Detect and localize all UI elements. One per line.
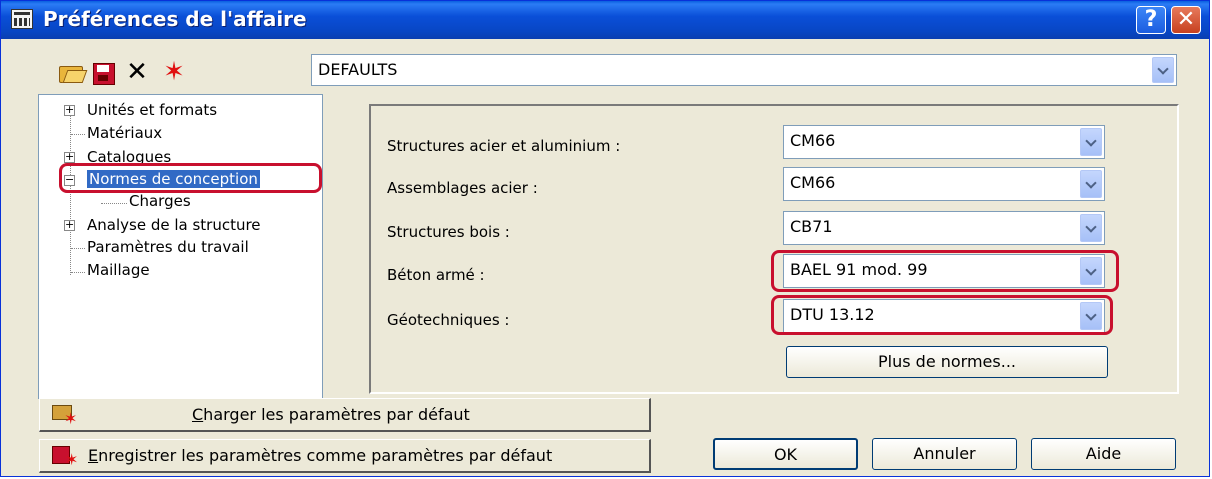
more-norms-button[interactable]: Plus de normes... [786, 346, 1108, 378]
save-as-defaults-button[interactable]: ✶ Enregistrer les paramètres comme param… [39, 439, 651, 473]
ok-button[interactable]: OK [713, 438, 858, 470]
expand-icon[interactable]: + [64, 219, 75, 231]
save-icon[interactable] [91, 59, 115, 85]
preset-select[interactable]: DEFAULTS [311, 54, 1177, 86]
title-bar[interactable]: Préférences de l'affaire ? ✕ [1, 1, 1209, 39]
tree-connector [71, 134, 85, 135]
chevron-down-icon[interactable] [1080, 214, 1102, 242]
tree-item-loads[interactable]: Charges [129, 192, 191, 210]
highlight-circle-geotechnical [771, 295, 1113, 335]
highlight-circle-design-codes [59, 163, 322, 193]
save-defaults-icon: ✶ [52, 444, 78, 468]
steel-connections-value: CM66 [790, 173, 836, 192]
delete-icon[interactable]: ✕ [125, 59, 149, 85]
chevron-down-icon[interactable] [1152, 57, 1174, 83]
help-button[interactable]: Aide [1031, 438, 1176, 470]
tree-item-structure-analysis[interactable]: Analyse de la structure [87, 216, 261, 234]
timber-select[interactable]: CB71 [783, 211, 1105, 245]
tree-connector [71, 248, 85, 249]
load-defaults-label: Charger les paramètres par défaut [192, 405, 470, 424]
steel-aluminium-value: CM66 [790, 131, 836, 150]
expand-icon[interactable]: + [64, 151, 75, 163]
steel-connections-select[interactable]: CM66 [783, 167, 1105, 201]
load-defaults-button[interactable]: ✶ Charger les paramètres par défaut [39, 398, 651, 432]
reinforced-concrete-label: Béton armé : [387, 266, 485, 284]
cancel-button[interactable]: Annuler [872, 438, 1017, 470]
tree-item-materials[interactable]: Matériaux [87, 124, 162, 142]
tree-item-meshing[interactable]: Maillage [87, 261, 150, 279]
tree-connector [71, 272, 85, 273]
geotechnical-label: Géotechniques : [387, 311, 510, 329]
steel-aluminium-select[interactable]: CM66 [783, 125, 1105, 159]
expand-icon[interactable]: + [64, 104, 75, 116]
new-default-icon[interactable]: ✶ [161, 59, 187, 85]
preferences-dialog: Préférences de l'affaire ? ✕ ✕ ✶ DEFAULT… [0, 0, 1210, 477]
preferences-tree: + Unités et formats Matériaux + Catalogu… [38, 94, 323, 399]
highlight-circle-concrete [771, 250, 1119, 292]
close-button[interactable]: ✕ [1171, 6, 1201, 34]
tree-item-units[interactable]: Unités et formats [87, 101, 217, 119]
tree-connector [101, 203, 127, 204]
open-folder-icon[interactable] [57, 59, 88, 85]
save-as-defaults-label: Enregistrer les paramètres comme paramèt… [88, 446, 553, 465]
chevron-down-icon[interactable] [1080, 128, 1102, 156]
app-window-icon [11, 9, 33, 29]
steel-aluminium-label: Structures acier et aluminium : [387, 137, 621, 155]
preset-value: DEFAULTS [318, 60, 398, 79]
window-title: Préférences de l'affaire [43, 7, 307, 31]
steel-connections-label: Assemblages acier : [387, 179, 538, 197]
load-defaults-icon: ✶ [52, 403, 78, 427]
timber-value: CB71 [790, 217, 833, 236]
chevron-down-icon[interactable] [1080, 170, 1102, 198]
timber-label: Structures bois : [387, 223, 510, 241]
help-title-button[interactable]: ? [1136, 6, 1166, 34]
tree-item-job-parameters[interactable]: Paramètres du travail [87, 238, 249, 256]
